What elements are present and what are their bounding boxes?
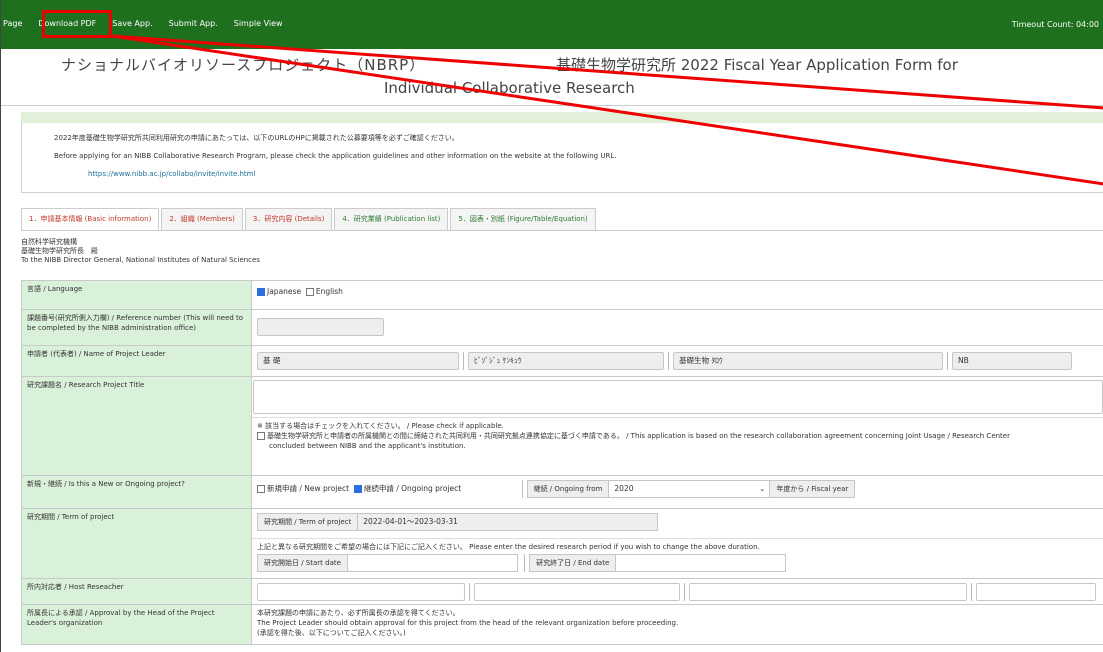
cell-term: 研究期間 / Term of project 2022-04-01～2023-03… — [251, 508, 1103, 579]
highlight-box-download-pdf — [42, 10, 112, 38]
divider — [521, 480, 523, 498]
basic-info-form-table: 言語 / Language Japanese English 課題番号(研究所側… — [21, 280, 1103, 645]
top-nav-bar: Page Download PDF Save App. Submit App. … — [1, 0, 1103, 49]
host-researcher-input-2[interactable] — [474, 583, 680, 601]
tab-members[interactable]: 2．組織 (Members) — [161, 208, 243, 230]
notice-en: Before applying for an NIBB Collaborativ… — [54, 152, 617, 160]
nav-save-app-link[interactable]: Save App. — [104, 19, 160, 28]
end-date-input[interactable] — [616, 554, 787, 572]
tab-figure-table-equation[interactable]: 5．図表・別紙 (Figure/Table/Equation) — [450, 208, 596, 230]
tab-basic-information[interactable]: 1．申請基本情報 (Basic information) — [21, 208, 160, 230]
row-term: 研究期間 / Term of project 研究期間 / Term of pr… — [21, 508, 1103, 579]
form-title-area: ナショナルバイオリソースプロジェクト（NBRP） 基礎生物学研究所 2022 F… — [1, 49, 1103, 106]
nav-page-link[interactable]: Page — [1, 19, 30, 28]
row-reference-number: 課題番号(研究所側入力欄) / Reference number (This w… — [21, 309, 1103, 346]
checkbox-new-project[interactable] — [257, 485, 265, 493]
host-researcher-input-1[interactable] — [257, 583, 465, 601]
ongoing-from-label: 継続 / Ongoing from — [526, 480, 610, 498]
label-project-leader: 申請者 (代表者) / Name of Project Leader — [21, 345, 252, 377]
addressee-line2: 基礎生物学研究所長 殿 — [21, 247, 98, 255]
notice-jp: 2022年度基礎生物学研究所共同利用研究の申請にあたっては、以下のURLのHPに… — [54, 134, 459, 142]
cell-language: Japanese English — [251, 280, 1103, 310]
ongoing-from-value: 2020 — [614, 484, 634, 493]
term-inner-label: 研究期間 / Term of project — [257, 513, 359, 531]
divider — [469, 583, 470, 601]
notice-url-link[interactable]: https://www.nibb.ac.jp/collabo/invite/in… — [88, 170, 255, 178]
form-title-line2: 基礎生物学研究所 2022 Fiscal Year Application Fo… — [556, 56, 958, 74]
option-japanese-label: Japanese — [267, 287, 302, 296]
addressee-line1: 自然科学研究機構 — [21, 238, 77, 246]
form-title-line3: Individual Collaborative Research — [384, 79, 635, 97]
leader-family-name-input[interactable]: 基 礎 — [257, 352, 459, 370]
label-term: 研究期間 / Term of project — [21, 508, 252, 579]
section-tabs: 1．申請基本情報 (Basic information) 2．組織 (Membe… — [21, 208, 598, 230]
ongoing-from-select[interactable]: 2020 ⌄ — [609, 480, 770, 498]
label-project-title: 研究課題名 / Research Project Title — [21, 376, 252, 476]
tab-underline — [21, 230, 1103, 231]
agreement-text: 基礎生物学研究所と申請者の所属機関との間に締結された共同利用・共同研究拠点連携協… — [267, 432, 1010, 440]
row-host-researcher: 所内対応者 / Host Reseacher — [21, 578, 1103, 605]
host-researcher-input-3[interactable] — [689, 583, 967, 601]
checkbox-collaboration-agreement[interactable] — [257, 432, 265, 440]
divider — [668, 352, 669, 370]
row-language: 言語 / Language Japanese English — [21, 280, 1103, 310]
approval-line3: (承認を得た後、以下についてご記入ください。) — [257, 629, 406, 637]
addressee-block: 自然科学研究機構 基礎生物学研究所長 殿 To the NIBB Directo… — [21, 238, 260, 265]
notice-box: 2022年度基礎生物学研究所共同利用研究の申請にあたっては、以下のURLのHPに… — [21, 123, 1103, 193]
host-researcher-input-4[interactable] — [976, 583, 1096, 601]
cell-project-title: ※ 該当する場合はチェックを入れてください。 / Please check if… — [251, 376, 1103, 476]
cell-project-leader: 基 礎 ﾋﾞｿﾞｼﾞｭ ｹﾝｷｭｳ 基礎生物 ﾀﾛｳ NB — [251, 345, 1103, 377]
cell-new-ongoing: 新規申請 / New project 継続申請 / Ongoing projec… — [251, 475, 1103, 509]
end-date-label: 研究終了日 / End date — [529, 554, 617, 572]
notice-header-strip — [21, 112, 1103, 123]
term-value-input[interactable]: 2022-04-01～2023-03-31 — [358, 513, 659, 531]
label-host-researcher: 所内対応者 / Host Reseacher — [21, 578, 252, 605]
checkbox-japanese[interactable] — [257, 288, 265, 296]
divider — [524, 554, 526, 572]
project-title-note: ※ 該当する場合はチェックを入れてください。 / Please check if… — [257, 422, 504, 430]
label-approval: 所属長による承認 / Approval by the Head of the P… — [21, 604, 252, 645]
term-change-note: 上記と異なる研究期間をご希望の場合には下記にご記入ください。 Please en… — [257, 543, 760, 551]
row-new-ongoing: 新規・継続 / Is this a New or Ongoing project… — [21, 475, 1103, 509]
nav-simple-view-link[interactable]: Simple View — [226, 19, 291, 28]
divider — [684, 583, 685, 601]
leader-given-name-input[interactable]: 基礎生物 ﾀﾛｳ — [673, 352, 943, 370]
reference-number-input[interactable] — [257, 318, 384, 336]
divider — [947, 352, 948, 370]
leader-extra-name-input[interactable]: NB — [952, 352, 1072, 370]
label-reference-number: 課題番号(研究所側入力欄) / Reference number (This w… — [21, 309, 252, 346]
chevron-down-icon: ⌄ — [759, 484, 766, 493]
row-approval: 所属長による承認 / Approval by the Head of the P… — [21, 604, 1103, 645]
ongoing-project-label: 継続申請 / Ongoing project — [363, 484, 462, 493]
checkbox-english[interactable] — [305, 288, 314, 296]
timeout-counter: Timeout Count: 04:00 — [1011, 20, 1099, 29]
tab-publication-list[interactable]: 4．研究業績 (Publication list) — [334, 208, 449, 230]
start-date-input[interactable] — [347, 554, 518, 572]
row-project-title: 研究課題名 / Research Project Title ※ 該当する場合は… — [21, 376, 1103, 476]
agreement-text-cont: concluded between NIBB and the applicant… — [269, 442, 466, 450]
approval-line1: 本研究課題の申請にあたり、必ず所属長の承認を得てください。 — [257, 609, 460, 617]
leader-kana-name-input[interactable]: ﾋﾞｿﾞｼﾞｭ ｹﾝｷｭｳ — [468, 352, 664, 370]
project-title-input[interactable] — [253, 380, 1103, 414]
cell-reference-number — [251, 309, 1103, 346]
application-page: Page Download PDF Save App. Submit App. … — [0, 0, 1103, 652]
nav-submit-app-link[interactable]: Submit App. — [161, 19, 226, 28]
cell-host-researcher — [251, 578, 1103, 605]
form-title-line1: ナショナルバイオリソースプロジェクト（NBRP） — [61, 56, 426, 74]
option-english-label: English — [315, 287, 343, 296]
divider — [971, 583, 972, 601]
divider — [463, 352, 464, 370]
checkbox-ongoing-project[interactable] — [353, 485, 362, 493]
label-language: 言語 / Language — [21, 280, 252, 310]
start-date-label: 研究開始日 / Start date — [257, 554, 348, 572]
label-new-ongoing: 新規・継続 / Is this a New or Ongoing project… — [21, 475, 252, 509]
fiscal-year-label: 年度から / Fiscal year — [769, 480, 856, 498]
approval-line2: The Project Leader should obtain approva… — [257, 619, 679, 627]
row-project-leader: 申請者 (代表者) / Name of Project Leader 基 礎 ﾋﾞ… — [21, 345, 1103, 377]
tab-details[interactable]: 3．研究内容 (Details) — [244, 208, 333, 230]
cell-approval: 本研究課題の申請にあたり、必ず所属長の承認を得てください。 The Projec… — [251, 604, 1103, 645]
addressee-line3: To the NIBB Director General, National I… — [21, 256, 260, 264]
new-project-label: 新規申請 / New project — [267, 484, 350, 493]
